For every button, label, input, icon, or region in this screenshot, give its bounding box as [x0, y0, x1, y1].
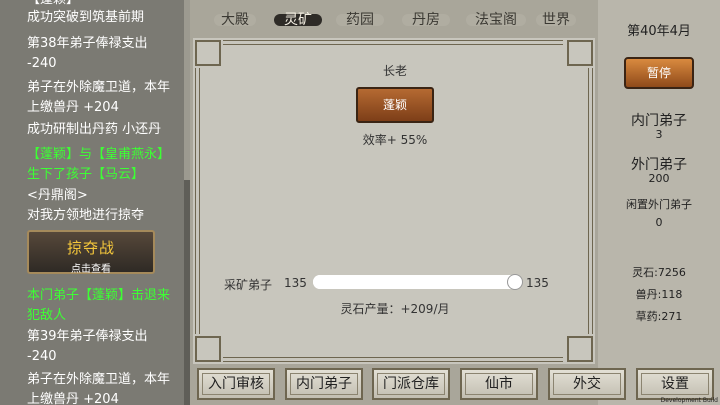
- idle-outer-disciple-count: 0: [655, 216, 663, 229]
- pause-button[interactable]: 暂停: [624, 57, 694, 89]
- nav-settings[interactable]: 设置: [636, 368, 714, 400]
- tab-world[interactable]: 世界: [532, 10, 580, 30]
- log-entry: 弟子在外除魔卫道，本年 上缴兽丹 +204: [27, 80, 171, 115]
- tab-hall[interactable]: 大殿: [210, 10, 260, 30]
- dev-build-tag: Development Build: [660, 397, 718, 404]
- outer-disciple-label: 外门弟子: [631, 157, 687, 173]
- raid-battle-subtitle: 点击查看: [71, 264, 111, 275]
- inner-disciple-label: 内门弟子: [631, 113, 687, 129]
- log-entry: 成功研制出丹药 小还丹: [27, 122, 162, 137]
- miners-slider-handle[interactable]: [507, 274, 523, 290]
- raid-battle-button[interactable]: 掠夺战 点击查看: [27, 230, 155, 275]
- herb-resource: 草药:271: [635, 310, 683, 323]
- log-entry: 【蓬颖】与【皇甫燕永】 生下了孩子【马云】: [27, 147, 171, 182]
- idle-outer-disciple-label: 闲置外门弟子: [626, 198, 692, 211]
- tab-label: 世界: [542, 12, 570, 28]
- log-entry: 本门弟子【蓬颖】击退来 犯敌人: [27, 288, 171, 323]
- tab-label: 法宝阁: [475, 12, 517, 28]
- spirit-stone-output: 灵石产量：+209/月: [340, 302, 450, 316]
- tab-herb-garden[interactable]: 药园: [332, 10, 388, 30]
- date-display: 第40年4月: [627, 24, 691, 39]
- tab-label: 大殿: [221, 12, 249, 28]
- raid-battle-title: 掠夺战: [66, 239, 115, 257]
- tab-treasure-pavilion[interactable]: 法宝阁: [462, 10, 530, 30]
- inner-disciple-count: 3: [655, 128, 663, 141]
- miners-max: 135: [526, 276, 549, 290]
- spirit-stone-resource: 灵石:7256: [632, 266, 686, 279]
- nav-admission-review[interactable]: 入门审核: [197, 368, 275, 400]
- beast-pill-resource: 兽丹:118: [635, 288, 683, 301]
- frame-corner-ornament: [195, 336, 221, 362]
- nav-inner-disciples[interactable]: 内门弟子: [285, 368, 363, 400]
- elder-label: 长老: [382, 64, 407, 78]
- log-entry: 成功突破到筑基前期: [27, 10, 145, 25]
- miners-value: 135: [284, 276, 307, 290]
- log-scroll-thumb[interactable]: [184, 0, 190, 180]
- miners-label: 采矿弟子: [224, 278, 273, 292]
- log-entry: 第39年弟子俸禄支出 -240: [27, 329, 148, 364]
- outer-disciple-count: 200: [648, 172, 670, 185]
- nav-diplomacy[interactable]: 外交: [548, 368, 626, 400]
- tab-label: 药园: [346, 12, 374, 28]
- tab-label: 丹房: [412, 12, 440, 28]
- miners-slider-fill: [313, 275, 521, 289]
- frame-corner-ornament: [567, 40, 593, 66]
- nav-immortal-market[interactable]: 仙市: [460, 368, 538, 400]
- log-scrollbar[interactable]: [184, 0, 190, 405]
- log-entry: 弟子在外除魔卫道，本年 上缴兽丹 +204: [27, 372, 171, 405]
- nav-sect-warehouse[interactable]: 门派仓库: [372, 368, 450, 400]
- frame-corner-ornament: [195, 40, 221, 66]
- tab-mine[interactable]: 灵矿: [270, 10, 326, 30]
- frame-corner-ornament: [567, 336, 593, 362]
- tab-label: 灵矿: [284, 12, 312, 28]
- event-log-panel[interactable]: 【蓬颖】成功突破到筑基前期第38年弟子俸禄支出 -240弟子在外除魔卫道，本年 …: [0, 0, 190, 405]
- tab-alchemy-room[interactable]: 丹房: [398, 10, 454, 30]
- log-entry: 第38年弟子俸禄支出 -240: [27, 36, 148, 71]
- miners-slider[interactable]: [313, 274, 523, 290]
- log-entry: <丹鼎阁> 对我方领地进行掠夺: [27, 188, 145, 223]
- elder-select-button[interactable]: 蓬颖: [356, 87, 434, 123]
- efficiency-text: 效率+ 55%: [362, 133, 428, 147]
